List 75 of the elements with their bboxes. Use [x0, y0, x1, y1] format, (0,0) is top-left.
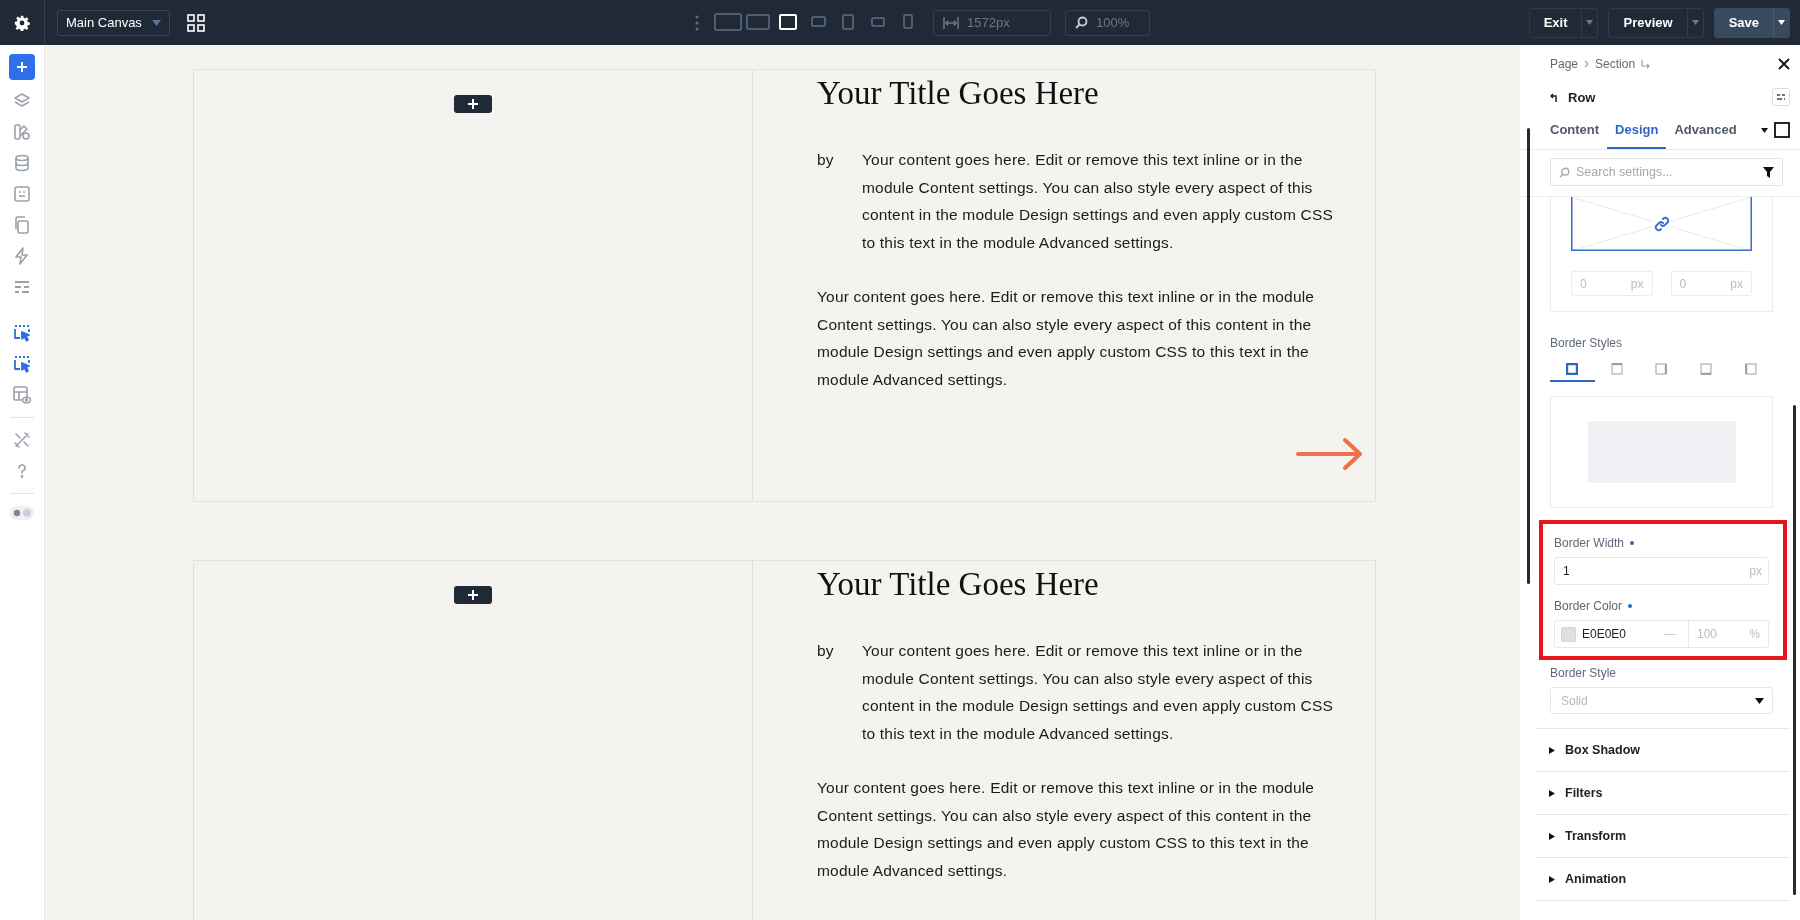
caret-icon	[1549, 746, 1555, 754]
border-side-icon	[1700, 363, 1713, 375]
field-label: Border Color	[1554, 599, 1623, 613]
shapes-icon[interactable]	[12, 122, 32, 142]
add-module-button[interactable]	[454, 95, 492, 113]
add-button[interactable]	[9, 54, 35, 80]
byline: by	[817, 150, 835, 170]
close-icon[interactable]	[1778, 58, 1790, 70]
plus-icon	[468, 99, 478, 109]
sliders-icon	[1776, 93, 1786, 101]
panel-tab[interactable]: Design	[1607, 111, 1667, 149]
width-icon	[943, 16, 959, 29]
return-arrow-icon	[1641, 59, 1651, 69]
caret-icon	[1549, 875, 1555, 883]
border-side-icon	[1744, 363, 1757, 375]
element-name: Row	[1568, 89, 1596, 105]
settings-icon[interactable]	[14, 14, 30, 31]
caret-icon	[152, 19, 161, 26]
caret-icon	[1549, 789, 1555, 797]
caret-icon[interactable]	[1761, 127, 1768, 133]
copy-icon[interactable]	[12, 215, 32, 235]
section-header[interactable]: Box Shadow	[1536, 728, 1790, 771]
caret-icon	[1778, 20, 1785, 25]
field-label: Border Width	[1554, 536, 1625, 550]
layout-eye-icon[interactable]	[12, 385, 32, 405]
section-header[interactable]: Transform	[1536, 814, 1790, 857]
search-icon	[1075, 16, 1088, 29]
chevron-icon	[1584, 60, 1590, 68]
border-side-icon	[1655, 363, 1668, 375]
body-text: Your content goes here. Edit or remove this text inline or in the module Content settings. You can also style every aspect of this content in the module Design settings and even apply custom CSS to this text in the module Advanced settings.	[862, 641, 1334, 744]
body-text: Your content goes here. Edit or remove this text inline or in the module Content settings. You can also style every aspect of this content in the module Design settings and even apply custom CSS to this text in the module Advanced settings.	[817, 778, 1316, 881]
filter-icon[interactable]	[1763, 166, 1774, 178]
caret-icon	[1586, 20, 1594, 25]
section-header[interactable]: Animation	[1536, 857, 1790, 901]
module-title: Your Title Goes Here	[817, 74, 1100, 113]
plus-icon	[16, 61, 28, 73]
scrollbar[interactable]	[1527, 128, 1530, 584]
options-button[interactable]	[1772, 88, 1790, 106]
caret-icon	[1549, 832, 1555, 840]
caret-icon	[1755, 697, 1764, 704]
field-label: Border Style	[1550, 666, 1617, 680]
separator-text: —	[1664, 627, 1677, 641]
breadcrumb-link[interactable]: Section	[1595, 57, 1636, 71]
breadcrumb-link[interactable]: Page	[1550, 57, 1579, 71]
section-header[interactable]: Filters	[1536, 771, 1790, 814]
tools-icon[interactable]	[12, 430, 32, 450]
color-swatch[interactable]	[1561, 626, 1576, 642]
caret-icon	[1691, 20, 1699, 25]
square-icon[interactable]	[1774, 122, 1790, 138]
body-text: Your content goes here. Edit or remove this text inline or in the module Content settings. You can also style every aspect of this content in the module Design settings and even apply custom CSS to this text in the module Advanced settings.	[862, 150, 1334, 253]
back-arrow-icon[interactable]	[1550, 92, 1560, 102]
toggle-icon[interactable]	[10, 506, 34, 520]
add-module-button[interactable]	[454, 586, 492, 604]
cursor-frame-icon[interactable]	[12, 354, 32, 374]
device-icon[interactable]	[779, 13, 797, 32]
body-text: Your content goes here. Edit or remove this text inline or in the module Content settings. You can also style every aspect of this content in the module Design settings and even apply custom CSS to this text in the module Advanced settings.	[817, 287, 1316, 390]
border-side-icon	[1610, 363, 1623, 375]
number-field[interactable]: 1 px	[1554, 557, 1769, 585]
byline: by	[817, 641, 835, 661]
search-icon	[1559, 166, 1570, 178]
border-side-icon	[1566, 363, 1579, 375]
plus-icon	[468, 590, 478, 600]
panel-tab[interactable]: Advanced	[1666, 111, 1745, 149]
field-label: Border Styles	[1550, 336, 1623, 350]
scrollbar[interactable]	[1793, 405, 1796, 895]
grid-icon[interactable]	[187, 13, 205, 32]
more-icon[interactable]	[695, 14, 699, 31]
window-icon[interactable]	[12, 184, 32, 204]
color-value[interactable]: E0E0E0	[1582, 627, 1658, 641]
panel-tab[interactable]: Content	[1542, 111, 1608, 149]
database-icon[interactable]	[12, 153, 32, 173]
cursor-frame-icon[interactable]	[12, 323, 32, 343]
module-title: Your Title Goes Here	[817, 565, 1100, 604]
search-field[interactable]: Search settings...	[1550, 158, 1783, 186]
canvas-dropdown[interactable]: Main Canvas	[57, 9, 170, 36]
